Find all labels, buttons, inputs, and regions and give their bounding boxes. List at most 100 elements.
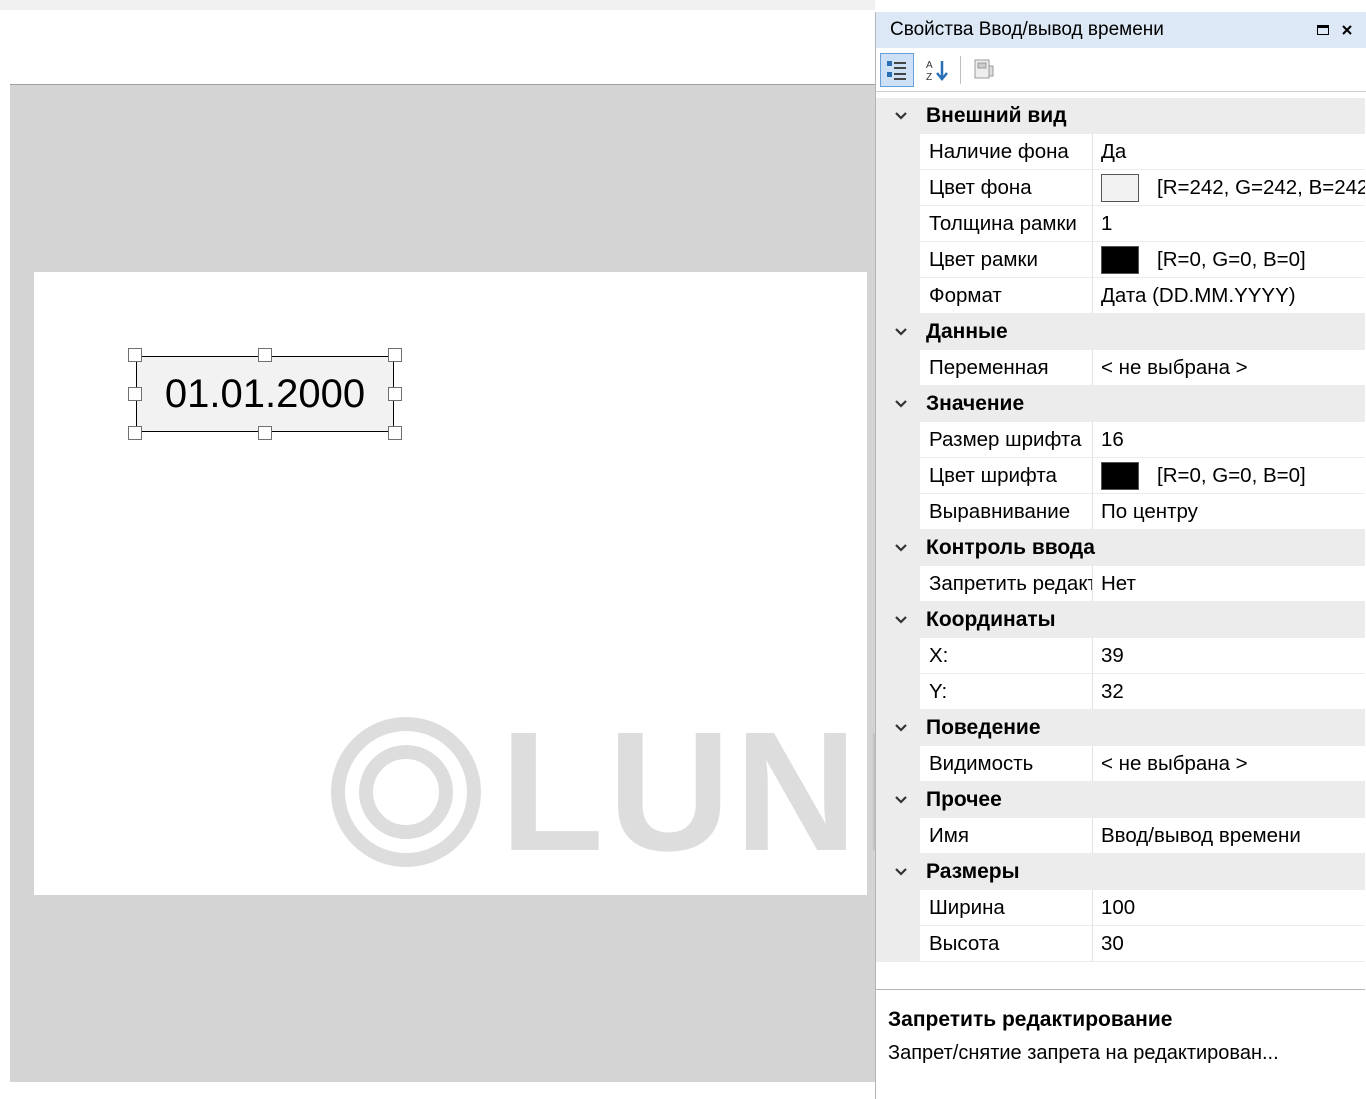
resize-handle-se[interactable] xyxy=(388,426,402,440)
description-title: Запретить редактирование xyxy=(888,1008,1173,1031)
chevron-down-icon[interactable] xyxy=(876,723,926,733)
property-value[interactable]: Да xyxy=(1093,134,1365,170)
property-value[interactable]: [R=242, G=242, B=242] xyxy=(1093,170,1365,206)
datetime-io-widget[interactable]: 01.01.2000 xyxy=(136,356,394,432)
property-name[interactable]: Толщина рамки xyxy=(920,206,1093,242)
chevron-down-icon[interactable] xyxy=(876,867,926,877)
property-row[interactable]: Переменная < не выбрана > xyxy=(876,350,1365,386)
resize-handle-w[interactable] xyxy=(128,387,142,401)
category-header[interactable]: Внешний вид xyxy=(876,98,1365,134)
property-row[interactable]: Наличие фона Да xyxy=(876,134,1365,170)
property-name[interactable]: Видимость xyxy=(920,746,1093,782)
property-row[interactable]: Размер шрифта 16 xyxy=(876,422,1365,458)
toolbar-separator xyxy=(960,55,961,84)
property-value-text: 1 xyxy=(1101,211,1113,235)
row-gutter xyxy=(876,818,920,854)
resize-handle-s[interactable] xyxy=(258,426,272,440)
row-gutter xyxy=(876,926,920,962)
property-value[interactable]: 39 xyxy=(1093,638,1365,674)
property-value-text: 100 xyxy=(1101,895,1136,919)
panel-title-bar[interactable]: Свойства Ввод/вывод времени xyxy=(876,12,1366,48)
property-row[interactable]: Толщина рамки 1 xyxy=(876,206,1365,242)
property-value[interactable]: 100 xyxy=(1093,890,1365,926)
property-name[interactable]: Переменная xyxy=(920,350,1093,386)
chevron-down-icon[interactable] xyxy=(876,399,926,409)
property-row[interactable]: Имя Ввод/вывод времени xyxy=(876,818,1365,854)
property-row[interactable]: Y: 32 xyxy=(876,674,1365,710)
property-value-text: 39 xyxy=(1101,643,1124,667)
close-icon[interactable] xyxy=(1338,21,1356,39)
category-header[interactable]: Поведение xyxy=(876,710,1365,746)
property-name[interactable]: Цвет рамки xyxy=(920,242,1093,278)
color-swatch[interactable] xyxy=(1101,245,1139,274)
property-value[interactable]: 32 xyxy=(1093,674,1365,710)
property-value[interactable]: 1 xyxy=(1093,206,1365,242)
property-row[interactable]: Высота 30 xyxy=(876,926,1365,962)
panel-toolbar: A Z xyxy=(876,48,1366,92)
row-gutter xyxy=(876,458,920,494)
property-value-text: Да xyxy=(1101,139,1127,163)
property-row[interactable]: Видимость < не выбрана > xyxy=(876,746,1365,782)
property-row[interactable]: Выравнивание По центру xyxy=(876,494,1365,530)
property-name[interactable]: Цвет фона xyxy=(920,170,1093,206)
property-row[interactable]: Ширина 100 xyxy=(876,890,1365,926)
row-gutter xyxy=(876,890,920,926)
property-name[interactable]: Наличие фона xyxy=(920,134,1093,170)
property-value[interactable]: Ввод/вывод времени xyxy=(1093,818,1365,854)
property-value[interactable]: 30 xyxy=(1093,926,1365,962)
resize-handle-nw[interactable] xyxy=(128,348,142,362)
property-name[interactable]: Ширина xyxy=(920,890,1093,926)
property-value[interactable]: < не выбрана > xyxy=(1093,350,1365,386)
properties-panel: Свойства Ввод/вывод времени A Z Внешний … xyxy=(875,12,1366,1099)
chevron-down-icon[interactable] xyxy=(876,111,926,121)
category-header[interactable]: Контроль ввода xyxy=(876,530,1365,566)
property-name[interactable]: X: xyxy=(920,638,1093,674)
property-name[interactable]: Y: xyxy=(920,674,1093,710)
category-header[interactable]: Координаты xyxy=(876,602,1365,638)
property-value[interactable]: По центру xyxy=(1093,494,1365,530)
chevron-down-icon[interactable] xyxy=(876,327,926,337)
property-value[interactable]: Нет xyxy=(1093,566,1365,602)
property-row[interactable]: Цвет шрифта [R=0, G=0, B=0] xyxy=(876,458,1365,494)
categorized-view-button[interactable] xyxy=(880,52,914,87)
property-name[interactable]: Высота xyxy=(920,926,1093,962)
category-header[interactable]: Прочее xyxy=(876,782,1365,818)
category-header[interactable]: Значение xyxy=(876,386,1365,422)
row-gutter xyxy=(876,674,920,710)
resize-handle-n[interactable] xyxy=(258,348,272,362)
color-swatch[interactable] xyxy=(1101,173,1139,202)
resize-handle-sw[interactable] xyxy=(128,426,142,440)
category-header[interactable]: Размеры xyxy=(876,854,1365,890)
row-gutter xyxy=(876,638,920,674)
property-value[interactable]: Дата (DD.MM.YYYY) xyxy=(1093,278,1365,314)
property-value-text: 30 xyxy=(1101,931,1124,955)
row-gutter xyxy=(876,494,920,530)
property-row[interactable]: Формат Дата (DD.MM.YYYY) xyxy=(876,278,1365,314)
property-row[interactable]: Цвет рамки [R=0, G=0, B=0] xyxy=(876,242,1365,278)
property-row[interactable]: X: 39 xyxy=(876,638,1365,674)
property-name[interactable]: Выравнивание xyxy=(920,494,1093,530)
alphabetical-sort-button[interactable]: A Z xyxy=(920,53,954,87)
property-row[interactable]: Запретить редактирование Нет xyxy=(876,566,1365,602)
chevron-down-icon[interactable] xyxy=(876,543,926,553)
property-value[interactable]: 16 xyxy=(1093,422,1365,458)
resize-handle-e[interactable] xyxy=(388,387,402,401)
property-name[interactable]: Цвет шрифта xyxy=(920,458,1093,494)
property-value-text: [R=0, G=0, B=0] xyxy=(1157,463,1306,487)
property-name[interactable]: Запретить редактирование xyxy=(920,566,1093,602)
property-name[interactable]: Имя xyxy=(920,818,1093,854)
property-value-text: < не выбрана > xyxy=(1101,355,1248,379)
property-row[interactable]: Цвет фона [R=242, G=242, B=242] xyxy=(876,170,1365,206)
property-pages-button[interactable] xyxy=(967,53,1001,87)
maximize-icon[interactable] xyxy=(1314,21,1332,39)
chevron-down-icon[interactable] xyxy=(876,615,926,625)
property-name[interactable]: Формат xyxy=(920,278,1093,314)
property-value[interactable]: [R=0, G=0, B=0] xyxy=(1093,458,1365,494)
property-value[interactable]: [R=0, G=0, B=0] xyxy=(1093,242,1365,278)
color-swatch[interactable] xyxy=(1101,461,1139,490)
property-name[interactable]: Размер шрифта xyxy=(920,422,1093,458)
chevron-down-icon[interactable] xyxy=(876,795,926,805)
property-value[interactable]: < не выбрана > xyxy=(1093,746,1365,782)
resize-handle-ne[interactable] xyxy=(388,348,402,362)
category-header[interactable]: Данные xyxy=(876,314,1365,350)
